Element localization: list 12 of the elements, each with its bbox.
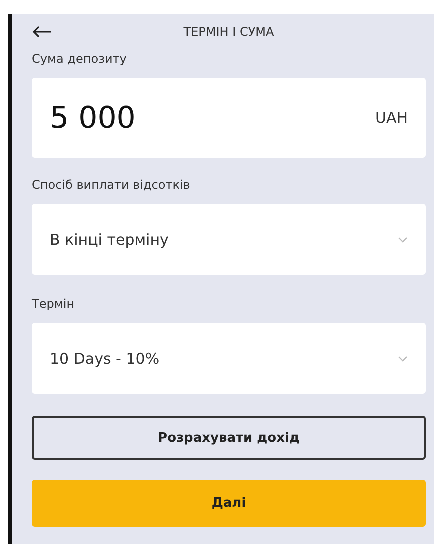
field-label: Сума депозиту	[32, 52, 128, 66]
field-label: Спосіб виплати відсотків	[32, 178, 192, 192]
amount-field[interactable]: 5 000 UAH	[32, 78, 426, 158]
screen-title: ТЕРМІН І СУМА	[184, 25, 274, 39]
field-label: Термін	[32, 297, 76, 311]
chevron-down-icon	[398, 356, 408, 362]
dropdown-field[interactable]: 10 Days - 10%	[32, 323, 426, 394]
back-arrow-icon[interactable]	[32, 26, 52, 38]
dropdown-field[interactable]: В кінці терміну	[32, 204, 426, 275]
calculate-button[interactable]: Розрахувати дохід	[32, 416, 426, 460]
next-button[interactable]: Далі	[32, 480, 426, 527]
chevron-down-icon	[398, 236, 408, 242]
